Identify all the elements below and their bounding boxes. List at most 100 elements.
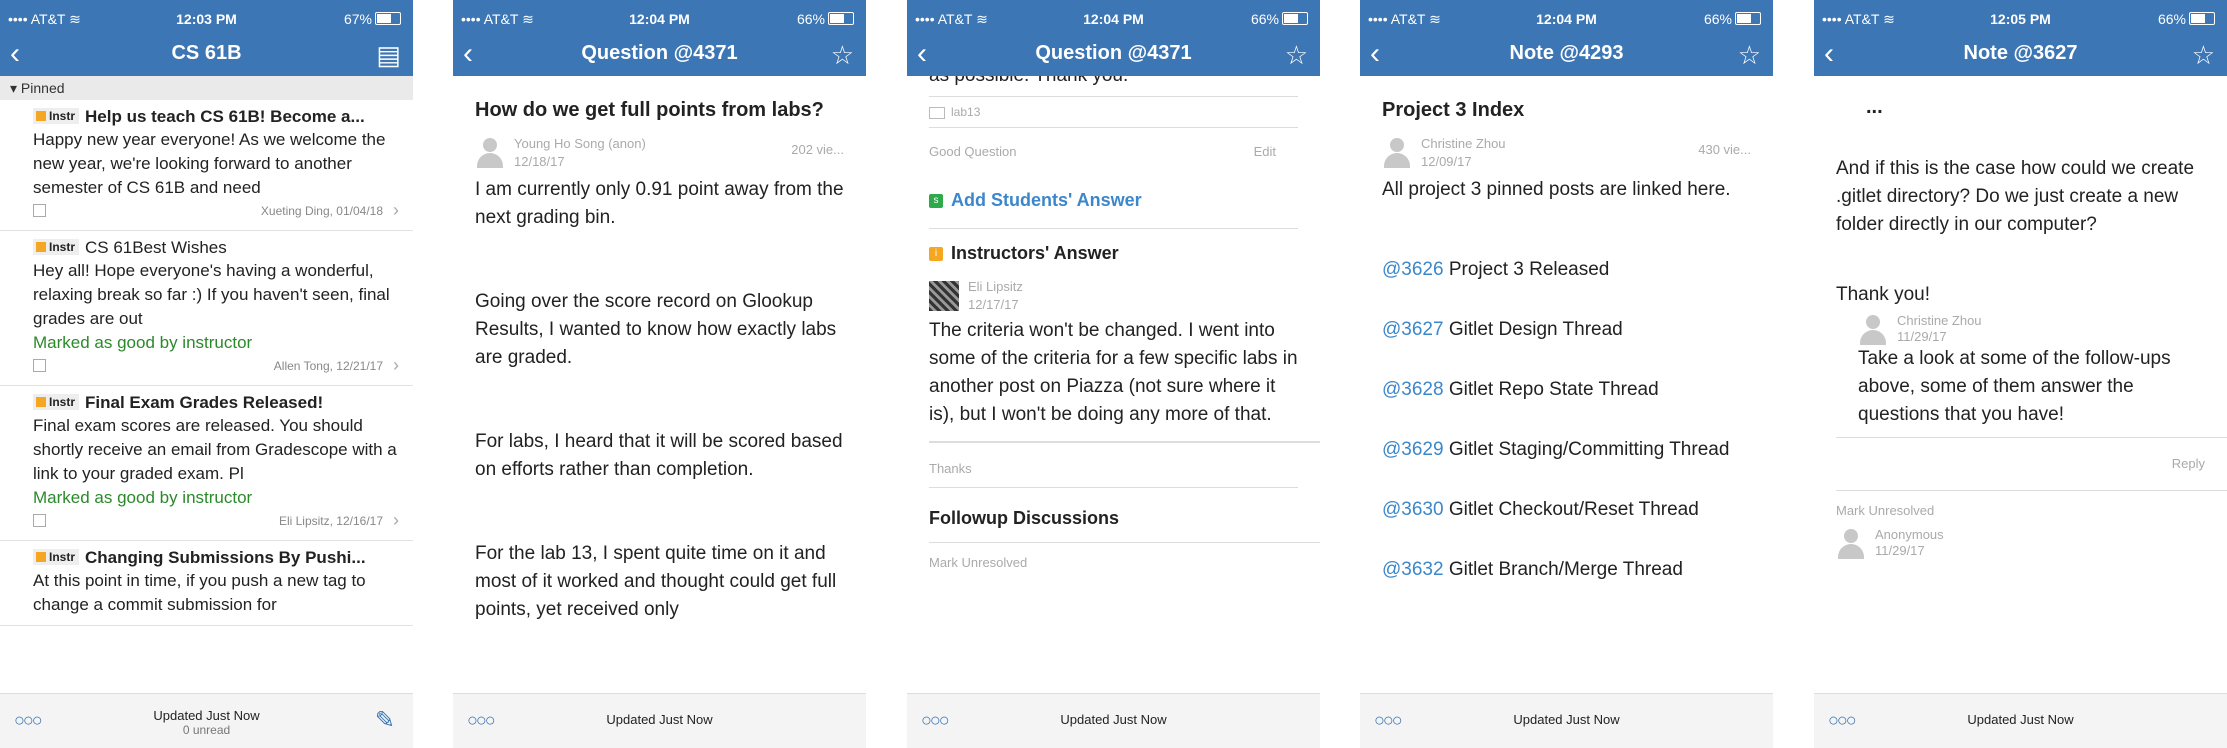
update-status: Updated Just Now [1060, 712, 1167, 727]
question-paragraph: For labs, I heard that it will be scored… [475, 431, 843, 480]
post-link[interactable]: @3626 [1382, 259, 1444, 280]
good-question-button[interactable]: Good Question [929, 144, 1016, 159]
star-icon[interactable]: ☆ [1285, 40, 1308, 71]
cut-off-text: as possible. Thank you. [907, 76, 1320, 90]
nav-title: Question @4371 [1035, 42, 1192, 64]
mark-unresolved-button[interactable]: Mark Unresolved [1836, 503, 1934, 518]
note-title: Project 3 Index [1382, 99, 1525, 121]
document-icon[interactable]: ▤ [376, 40, 401, 71]
truncated-ellipsis: ... [1866, 96, 1883, 118]
anonymous-author-row: Anonymous 11/29/17 [1836, 525, 2205, 565]
instructors-answer-title: Instructors' Answer [951, 243, 1119, 263]
list-item[interactable]: Instr Help us teach CS 61B! Become a... H… [0, 100, 413, 231]
followup-content: ... And if this is the case how could we… [1814, 76, 2227, 691]
folder-icon [929, 107, 945, 119]
post-link[interactable]: @3629 [1382, 439, 1444, 460]
mark-unresolved-button[interactable]: Mark Unresolved [929, 555, 1027, 570]
list-item[interactable]: Instr Final Exam Grades Released! Final e… [0, 386, 413, 541]
author-row: Christine Zhou 12/09/17 430 vie... [1382, 134, 1751, 174]
status-bar: •••• AT&T ≋ 12:04 PM 66% [1360, 0, 1773, 36]
list-item[interactable]: @3628 Gitlet Repo State Thread [1360, 376, 1773, 404]
bottom-toolbar: ○○○ Updated Just Now 0 unread ✎ [0, 693, 413, 748]
post-link[interactable]: @3632 [1382, 559, 1444, 580]
chevron-right-icon: › [393, 355, 399, 375]
post-date: 12/09/17 [1421, 154, 1472, 169]
reply-button[interactable]: Reply [2172, 456, 2205, 471]
compose-icon[interactable]: ✎ [375, 706, 395, 735]
followup-header: Followup Discussions [929, 487, 1298, 542]
thank-you-text: Thank you! [1836, 284, 1930, 305]
star-icon[interactable]: ☆ [2192, 40, 2215, 71]
list-item[interactable]: Instr CS 61Best Wishes Hey all! Hope ever… [0, 231, 413, 386]
add-students-answer-link[interactable]: Add Students' Answer [951, 190, 1142, 211]
view-count: 430 vie... [1698, 142, 1751, 157]
update-status: Updated Just Now [606, 712, 713, 727]
add-students-answer-row[interactable]: s Add Students' Answer [929, 178, 1298, 228]
list-item[interactable]: @3630 Gitlet Checkout/Reset Thread [1360, 496, 1773, 524]
chevron-right-icon: › [393, 200, 399, 220]
nav-title: Note @4293 [1509, 42, 1624, 64]
post-date: 12/17/17 [968, 297, 1019, 312]
post-title-row: Instr Changing Submissions By Pushi... [33, 547, 401, 569]
battery-status: 66% [797, 11, 854, 27]
nav-title: CS 61B [171, 42, 242, 64]
post-link[interactable]: @3627 [1382, 319, 1444, 340]
post-meta: Allen Tong, 12/21/17 › [33, 355, 401, 377]
battery-icon [828, 12, 854, 25]
post-snippet: At this point in time, if you push a new… [33, 571, 366, 614]
battery-icon [1282, 12, 1308, 25]
avatar-icon [1858, 315, 1888, 345]
star-icon[interactable]: ☆ [831, 40, 854, 71]
note-icon [33, 514, 46, 527]
navigation-bar: ‹ CS 61B ▤ [0, 36, 413, 76]
bottom-toolbar: ○○○ Updated Just Now [907, 693, 1320, 748]
list-item[interactable]: Instr Changing Submissions By Pushi... At… [0, 541, 413, 626]
list-item[interactable]: @3627 Gitlet Design Thread [1360, 316, 1773, 344]
author-name: Young Ho Song (anon) [514, 136, 646, 151]
edit-button[interactable]: Edit [1254, 144, 1276, 159]
folder-row: lab13 [929, 96, 1298, 127]
mark-unresolved-row: Mark Unresolved [1836, 490, 2227, 525]
author-name: Christine Zhou [1897, 313, 1982, 328]
phone-panel-class-feed: •••• AT&T ≋ 12:03 PM 67% ‹ CS 61B ▤ ▾ Pi… [0, 0, 413, 748]
folder-tag[interactable]: lab13 [951, 105, 980, 119]
author-name: Christine Zhou [1421, 136, 1506, 151]
chevron-right-icon: › [393, 510, 399, 530]
post-byline: Eli Lipsitz, 12/16/17 [278, 514, 383, 528]
pinned-section-header[interactable]: ▾ Pinned [0, 76, 413, 100]
list-item[interactable]: @3629 Gitlet Staging/Committing Thread [1360, 436, 1773, 464]
avatar-icon [1836, 529, 1866, 559]
post-byline: Allen Tong, 12/21/17 [273, 359, 383, 373]
navigation-bar: ‹ Question @4371 ☆ [907, 36, 1320, 76]
view-count: 202 vie... [791, 142, 844, 157]
status-bar: •••• AT&T ≋ 12:05 PM 66% [1814, 0, 2227, 36]
avatar-icon [1382, 138, 1412, 168]
post-snippet: Hey all! Hope everyone's having a wonder… [33, 261, 390, 328]
question-title: How do we get full points from labs? [475, 99, 824, 121]
thanks-row: Thanks [929, 441, 1320, 487]
question-paragraph: I am currently only 0.91 point away from… [475, 179, 844, 228]
instructor-answer-icon: i [929, 247, 943, 261]
post-link[interactable]: @3628 [1382, 379, 1444, 400]
star-icon[interactable]: ☆ [1738, 40, 1761, 71]
author-name: Eli Lipsitz [968, 279, 1023, 294]
post-link[interactable]: @3630 [1382, 499, 1444, 520]
nav-title: Note @3627 [1963, 42, 2078, 64]
student-answer-icon: s [929, 194, 943, 208]
thanks-button[interactable]: Thanks [929, 461, 972, 476]
answer-content: as possible. Thank you. lab13 Good Quest… [907, 76, 1320, 691]
instructor-badge: Instr [33, 239, 80, 255]
battery-status: 67% [344, 11, 401, 27]
phone-panel-answer: •••• AT&T ≋ 12:04 PM 66% ‹ Question @437… [907, 0, 1320, 748]
question-paragraph: For the lab 13, I spent quite time on it… [475, 543, 837, 620]
post-list: ▾ Pinned Instr Help us teach CS 61B! Beco… [0, 76, 413, 691]
bottom-toolbar: ○○○ Updated Just Now [453, 693, 866, 748]
post-date: 12/18/17 [514, 154, 565, 169]
status-bar: •••• AT&T ≋ 12:04 PM 66% [453, 0, 866, 36]
question-paragraph: Going over the score record on Glookup R… [475, 291, 837, 368]
answer-text: The criteria won't be changed. I went in… [929, 320, 1298, 425]
phone-panel-question: •••• AT&T ≋ 12:04 PM 66% ‹ Question @437… [453, 0, 866, 748]
battery-status: 66% [2158, 11, 2215, 27]
list-item[interactable]: @3626 Project 3 Released [1360, 256, 1773, 284]
list-item[interactable]: @3632 Gitlet Branch/Merge Thread [1360, 556, 1773, 584]
